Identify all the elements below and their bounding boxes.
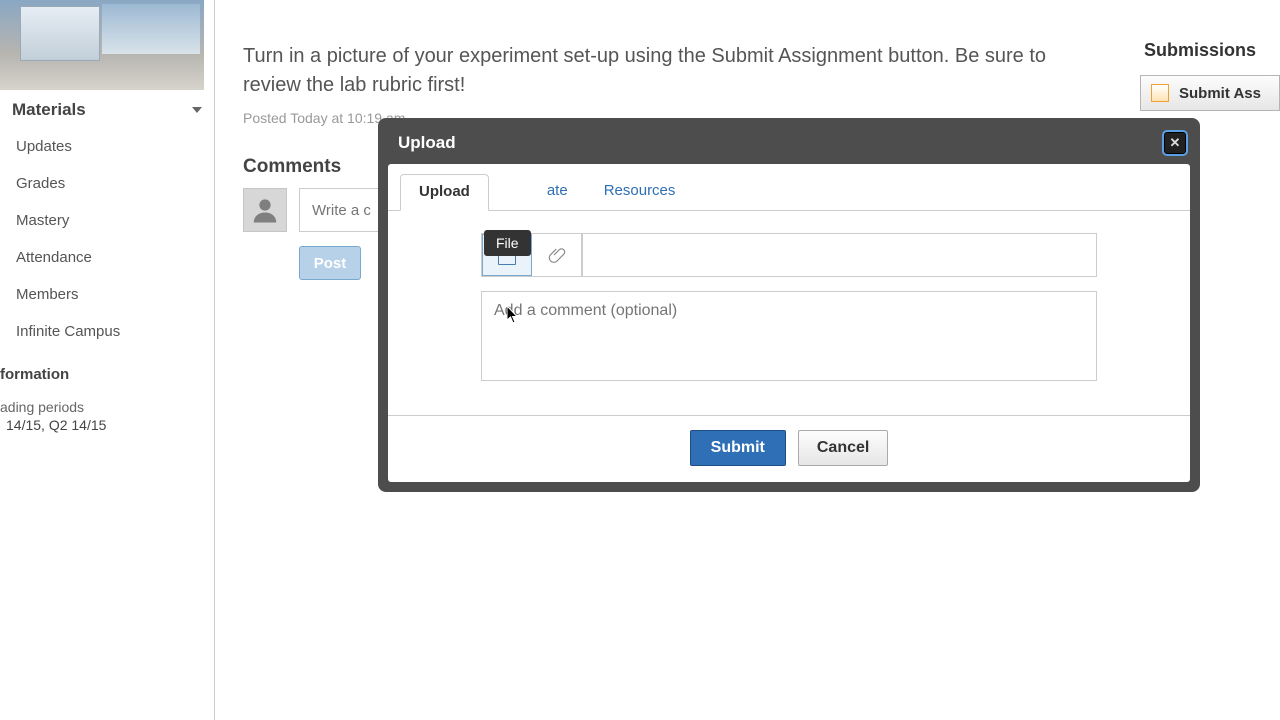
sidebar-nav: Updates Grades Mastery Attendance Member… — [0, 128, 214, 350]
post-button[interactable]: Post — [299, 246, 361, 280]
file-tooltip: File — [484, 230, 531, 256]
upload-comment-input[interactable] — [481, 291, 1097, 381]
modal-tabs: Upload ate Resources — [388, 164, 1190, 211]
modal-title: Upload — [398, 133, 456, 153]
sidebar-item-infinite-campus[interactable]: Infinite Campus — [0, 313, 214, 350]
attachment-row — [481, 233, 1097, 277]
materials-label: Materials — [12, 100, 86, 120]
submit-button[interactable]: Submit — [690, 430, 786, 466]
close-icon: ✕ — [1170, 135, 1181, 151]
grading-periods-label: ading periods — [0, 389, 214, 415]
attachment-text-field[interactable] — [582, 234, 1096, 276]
modal-body: Upload ate Resources File — [388, 164, 1190, 482]
close-button[interactable]: ✕ — [1164, 132, 1186, 154]
add-link-button[interactable] — [532, 234, 582, 276]
assignment-description: Turn in a picture of your experiment set… — [235, 0, 1105, 110]
cancel-button[interactable]: Cancel — [798, 430, 888, 466]
tab-create[interactable]: ate — [529, 174, 586, 210]
tab-resources[interactable]: Resources — [586, 174, 694, 210]
user-avatar — [243, 188, 287, 232]
sidebar-item-members[interactable]: Members — [0, 276, 214, 313]
upload-modal: Upload ✕ Upload ate Resources File — [378, 118, 1200, 492]
sidebar-item-mastery[interactable]: Mastery — [0, 202, 214, 239]
submissions-header: Submissions — [1140, 40, 1280, 75]
information-header: formation — [0, 350, 214, 389]
paperclip-icon — [548, 246, 566, 264]
materials-header[interactable]: Materials — [0, 90, 214, 128]
submit-assignment-button[interactable]: Submit Ass — [1140, 75, 1280, 111]
course-banner-image — [0, 0, 204, 90]
sidebar-item-updates[interactable]: Updates — [0, 128, 214, 165]
sidebar-item-grades[interactable]: Grades — [0, 165, 214, 202]
submit-icon — [1151, 84, 1169, 102]
tab-upload[interactable]: Upload — [400, 174, 489, 211]
sidebar: Materials Updates Grades Mastery Attenda… — [0, 0, 215, 720]
sidebar-item-attendance[interactable]: Attendance — [0, 239, 214, 276]
grading-periods-value: 14/15, Q2 14/15 — [0, 415, 214, 433]
submit-assignment-label: Submit Ass — [1179, 85, 1261, 102]
chevron-down-icon — [192, 107, 202, 113]
